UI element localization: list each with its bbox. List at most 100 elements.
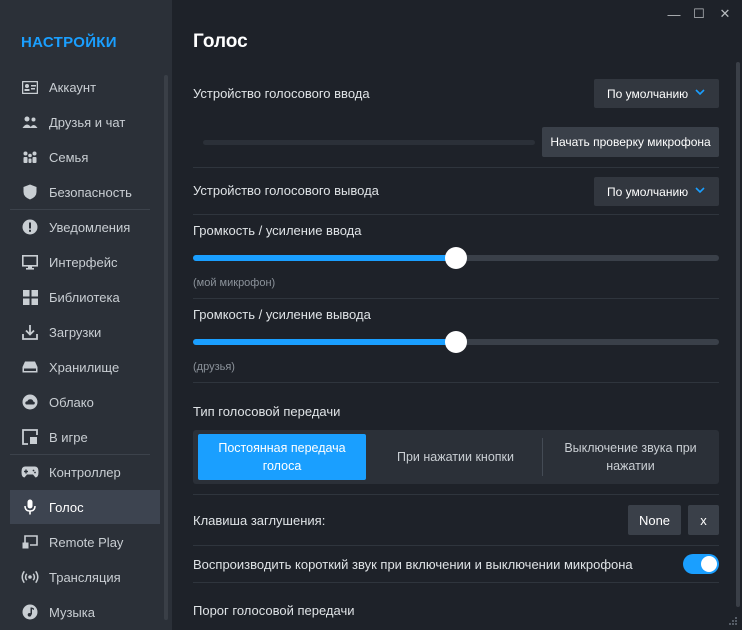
transmission-type-selector: Постоянная передача голоса При нажатии кн… bbox=[193, 430, 719, 484]
slider-thumb[interactable] bbox=[445, 247, 467, 269]
start-mic-test-button[interactable]: Начать проверку микрофона bbox=[542, 127, 719, 157]
resize-grip-icon[interactable] bbox=[728, 616, 738, 626]
remote-play-icon bbox=[21, 533, 39, 551]
divider bbox=[193, 582, 719, 583]
sidebar-item-in-game[interactable]: В игре bbox=[10, 420, 160, 454]
sidebar-item-downloads[interactable]: Загрузки bbox=[10, 315, 160, 349]
sidebar-item-storage[interactable]: Хранилище bbox=[10, 350, 160, 384]
sidebar-item-friends[interactable]: Друзья и чат bbox=[10, 105, 160, 139]
output-volume-slider[interactable] bbox=[193, 331, 719, 353]
sidebar-item-label: Друзья и чат bbox=[49, 114, 126, 130]
sidebar-item-voice[interactable]: Голос bbox=[10, 490, 160, 524]
sidebar-item-interface[interactable]: Интерфейс bbox=[10, 245, 160, 279]
sidebar-item-label: Хранилище bbox=[49, 359, 120, 375]
voice-settings-panel: — ☐ ✕ Голос Устройство голосового ввода … bbox=[172, 0, 742, 630]
settings-sidebar: НАСТРОЙКИ Аккаунт Друзья и чат Семья Без… bbox=[0, 0, 172, 630]
gamepad-icon bbox=[21, 463, 39, 481]
sidebar-item-label: Музыка bbox=[49, 604, 95, 620]
voice-threshold-label: Порог голосовой передачи bbox=[193, 603, 355, 618]
sidebar-item-account[interactable]: Аккаунт bbox=[10, 70, 160, 104]
divider bbox=[193, 545, 719, 546]
sidebar-item-controller[interactable]: Контроллер bbox=[10, 455, 160, 489]
toggle-knob bbox=[701, 556, 717, 572]
chevron-down-icon bbox=[695, 89, 705, 96]
sidebar-item-family[interactable]: Семья bbox=[10, 140, 160, 174]
family-icon bbox=[21, 148, 39, 166]
music-icon bbox=[21, 603, 39, 621]
input-volume-sublabel: (мой микрофон) bbox=[193, 277, 276, 289]
output-volume-sublabel: (друзья) bbox=[193, 361, 235, 373]
main-scrollbar[interactable] bbox=[736, 62, 740, 607]
divider bbox=[193, 494, 719, 495]
sidebar-item-security[interactable]: Безопасность bbox=[10, 175, 160, 209]
sidebar-item-label: Библиотека bbox=[49, 289, 120, 305]
sidebar-item-library[interactable]: Библиотека bbox=[10, 280, 160, 314]
sidebar-item-label: Интерфейс bbox=[49, 254, 118, 270]
microphone-icon bbox=[21, 498, 39, 516]
divider bbox=[193, 382, 719, 383]
sidebar-item-cloud[interactable]: Облако bbox=[10, 385, 160, 419]
maximize-button[interactable]: ☐ bbox=[691, 6, 707, 22]
sidebar-item-label: Загрузки bbox=[49, 324, 102, 340]
ingame-icon bbox=[21, 428, 39, 446]
mute-key-binding[interactable]: None bbox=[628, 505, 681, 535]
transmission-type-label: Тип голосовой передачи bbox=[193, 404, 341, 419]
input-device-value: По умолчанию bbox=[607, 86, 689, 101]
option-line: голоса bbox=[262, 459, 302, 473]
sidebar-item-label: Уведомления bbox=[49, 219, 131, 235]
option-line: Выключение звука при bbox=[564, 441, 697, 455]
page-title: Голос bbox=[193, 31, 248, 52]
output-device-dropdown[interactable]: По умолчанию bbox=[594, 177, 719, 206]
option-line: нажатии bbox=[606, 459, 655, 473]
sidebar-title: НАСТРОЙКИ bbox=[21, 34, 117, 51]
minimize-button[interactable]: — bbox=[666, 6, 682, 22]
sidebar-scrollbar[interactable] bbox=[164, 75, 168, 620]
sidebar-item-broadcast[interactable]: Трансляция bbox=[10, 560, 160, 594]
divider bbox=[193, 167, 719, 168]
sidebar-item-label: Контроллер bbox=[49, 464, 121, 480]
mic-level-meter bbox=[203, 140, 535, 145]
input-volume-slider[interactable] bbox=[193, 247, 719, 269]
mic-sound-toggle[interactable] bbox=[683, 554, 719, 574]
transmission-option-continuous[interactable]: Постоянная передача голоса bbox=[198, 434, 366, 480]
input-volume-label: Громкость / усиление ввода bbox=[193, 223, 362, 238]
output-volume-label: Громкость / усиление вывода bbox=[193, 307, 371, 322]
sidebar-item-remote-play[interactable]: Remote Play bbox=[10, 525, 160, 559]
output-device-value: По умолчанию bbox=[607, 184, 689, 199]
close-button[interactable]: ✕ bbox=[717, 6, 733, 22]
download-icon bbox=[21, 323, 39, 341]
sidebar-item-notifications[interactable]: Уведомления bbox=[10, 210, 160, 244]
divider bbox=[193, 298, 719, 299]
segment-divider bbox=[542, 438, 543, 476]
clear-mute-key-button[interactable]: x bbox=[688, 505, 719, 535]
sidebar-item-label: Семья bbox=[49, 149, 89, 165]
input-device-label: Устройство голосового ввода bbox=[193, 86, 370, 101]
output-device-label: Устройство голосового вывода bbox=[193, 183, 379, 198]
sidebar-item-music[interactable]: Музыка bbox=[10, 595, 160, 629]
slider-thumb[interactable] bbox=[445, 331, 467, 353]
mute-key-label: Клавиша заглушения: bbox=[193, 513, 326, 528]
shield-icon bbox=[21, 183, 39, 201]
option-line: Постоянная передача bbox=[218, 441, 346, 455]
chevron-down-icon bbox=[695, 187, 705, 194]
sidebar-item-label: Голос bbox=[49, 499, 84, 515]
account-card-icon bbox=[21, 78, 39, 96]
slider-fill bbox=[193, 339, 456, 345]
sidebar-item-label: Remote Play bbox=[49, 534, 124, 550]
alert-icon bbox=[21, 218, 39, 236]
monitor-icon bbox=[21, 253, 39, 271]
sidebar-item-label: Облако bbox=[49, 394, 94, 410]
divider bbox=[193, 214, 719, 215]
sidebar-item-label: В игре bbox=[49, 429, 88, 445]
transmission-option-push-to-mute[interactable]: Выключение звука при нажатии bbox=[548, 434, 713, 480]
drive-icon bbox=[21, 358, 39, 376]
transmission-option-push-to-talk[interactable]: При нажатии кнопки bbox=[373, 434, 538, 480]
friends-icon bbox=[21, 113, 39, 131]
option-line: При нажатии кнопки bbox=[397, 450, 514, 464]
sidebar-item-label: Аккаунт bbox=[49, 79, 97, 95]
grid-icon bbox=[21, 288, 39, 306]
broadcast-icon bbox=[21, 568, 39, 586]
input-device-dropdown[interactable]: По умолчанию bbox=[594, 79, 719, 108]
sidebar-item-label: Трансляция bbox=[49, 569, 121, 585]
slider-fill bbox=[193, 255, 456, 261]
